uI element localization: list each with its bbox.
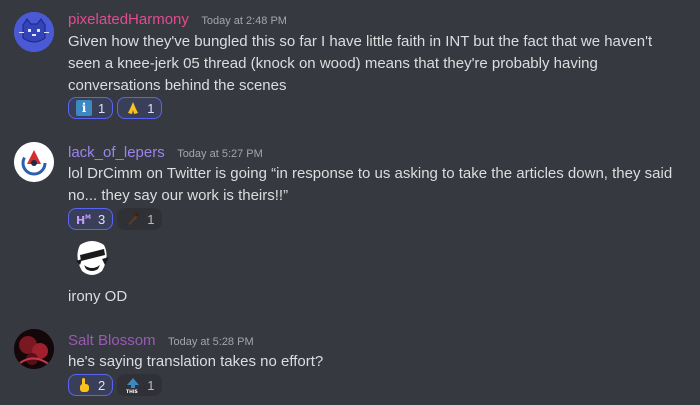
message-pixelatedharmony: pixelatedHarmony Today at 2:48 PM Given …	[0, 0, 700, 125]
reaction-custom-hm[interactable]: HM 3	[68, 208, 114, 230]
username[interactable]: pixelatedHarmony	[68, 11, 189, 28]
reaction-count: 1	[147, 100, 155, 116]
reaction-bar: 2 THIS 1	[68, 374, 163, 396]
reaction-folded-hands[interactable]: 1	[117, 97, 163, 119]
folded-hands-icon	[125, 100, 141, 116]
username[interactable]: lack_of_lepers	[68, 144, 165, 161]
timestamp[interactable]: Today at 2:48 PM	[201, 15, 287, 27]
logo-avatar-icon	[14, 142, 54, 182]
message-salt-blossom: Salt Blossom Today at 5:28 PM he's sayin…	[0, 315, 700, 405]
svg-text:THIS: THIS	[126, 389, 138, 393]
reaction-custom-sword[interactable]: 1	[117, 208, 163, 230]
message-text: lol DrCimm on Twitter is going “in respo…	[68, 165, 673, 204]
avatar[interactable]	[14, 142, 54, 182]
message-lack-of-lepers: lack_of_lepers Today at 5:27 PM lol DrCi…	[0, 125, 700, 315]
point-up-icon	[76, 377, 92, 393]
custom-hm-icon: HM	[76, 211, 92, 227]
message-header: lack_of_lepers Today at 5:27 PM	[68, 144, 263, 162]
avatar[interactable]	[14, 12, 54, 52]
svg-text:H: H	[76, 214, 85, 227]
dark-art-avatar-icon	[14, 329, 54, 369]
reaction-up-this[interactable]: THIS 1	[117, 374, 163, 396]
timestamp[interactable]: Today at 5:28 PM	[168, 336, 254, 348]
message-text: he's saying translation takes no effort?	[68, 353, 324, 370]
svg-text:M: M	[85, 214, 91, 221]
message-text: Given how they've bungled this so far I …	[68, 33, 653, 94]
reaction-information[interactable]: i 1	[68, 97, 114, 119]
message-text-followup: irony OD	[68, 288, 128, 305]
username[interactable]: Salt Blossom	[68, 332, 156, 349]
timestamp[interactable]: Today at 5:27 PM	[177, 148, 263, 160]
up-this-icon: THIS	[125, 377, 141, 393]
information-icon: i	[76, 100, 92, 116]
sword-icon	[125, 211, 141, 227]
reaction-count: 1	[147, 211, 155, 227]
reaction-count: 2	[98, 377, 106, 393]
message-header: pixelatedHarmony Today at 2:48 PM	[68, 11, 287, 29]
scp-sticker-icon[interactable]	[72, 235, 112, 281]
reaction-count: 1	[147, 377, 155, 393]
reaction-count: 1	[98, 100, 106, 116]
reaction-bar: HM 3 1	[68, 208, 163, 230]
reaction-point-up[interactable]: 2	[68, 374, 114, 396]
pixel-cat-avatar-icon	[14, 12, 54, 52]
avatar[interactable]	[14, 329, 54, 369]
message-header: Salt Blossom Today at 5:28 PM	[68, 332, 254, 350]
reaction-bar: i 1 1	[68, 97, 163, 119]
reaction-count: 3	[98, 211, 106, 227]
